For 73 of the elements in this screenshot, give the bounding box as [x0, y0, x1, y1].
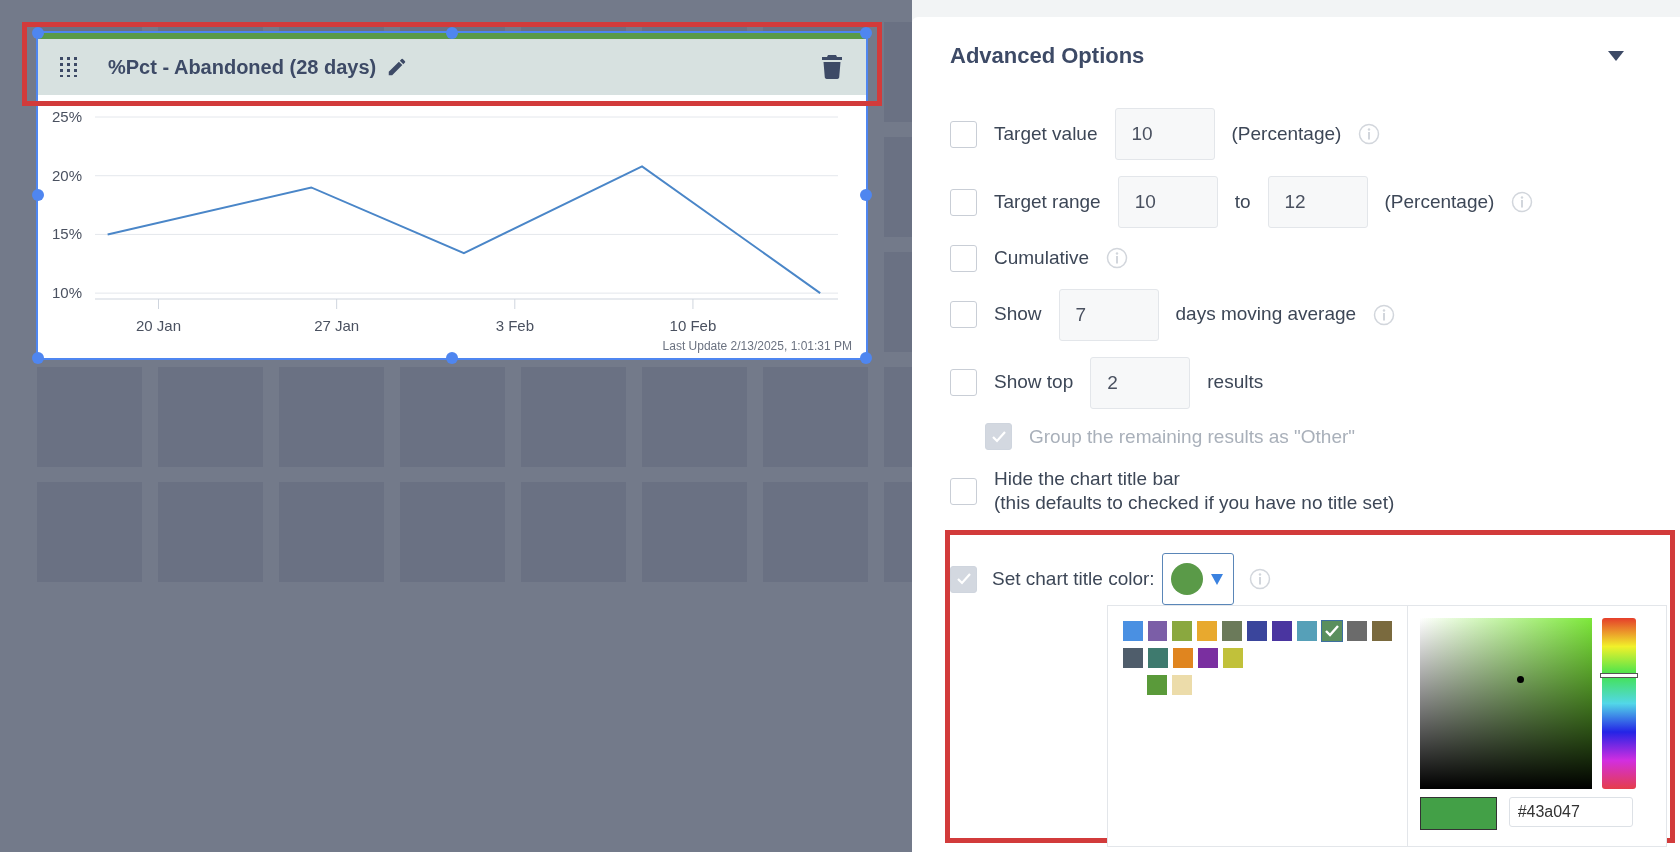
color-swatch[interactable] — [1222, 621, 1243, 641]
resize-handle[interactable] — [860, 352, 872, 364]
color-swatch[interactable] — [1146, 675, 1167, 695]
option-label: days moving average — [1175, 302, 1357, 327]
option-label: results — [1207, 370, 1264, 395]
checkbox[interactable] — [950, 244, 977, 272]
option-label: Cumulative — [994, 246, 1090, 270]
color-swatch[interactable] — [1172, 648, 1193, 668]
color-swatch[interactable] — [1247, 621, 1268, 641]
checkmark-icon — [955, 572, 972, 586]
number-field[interactable]: 12 — [1267, 176, 1368, 228]
color-dropdown[interactable] — [1161, 553, 1234, 605]
caret-icon[interactable] — [1608, 50, 1624, 61]
resize-handle[interactable] — [32, 189, 44, 201]
checkbox[interactable] — [950, 188, 977, 216]
color-swatch[interactable] — [1147, 621, 1168, 641]
color-swatch[interactable] — [1321, 621, 1342, 641]
option-label: Set chart title color: — [992, 566, 1155, 591]
x-tick-label: 3 Feb — [495, 317, 534, 334]
checkmark-icon — [990, 429, 1007, 444]
hue-handle[interactable] — [1599, 672, 1638, 678]
checkbox[interactable] — [950, 120, 977, 148]
color-swatch[interactable] — [1147, 648, 1168, 668]
y-tick-label: 25% — [51, 108, 82, 125]
option-label: Show — [994, 302, 1042, 327]
checkbox[interactable] — [950, 565, 977, 593]
drag-handle-icon[interactable] — [60, 57, 78, 77]
option-label: Hide the chart title bar — [994, 467, 1181, 491]
checkbox[interactable] — [950, 301, 977, 328]
checkbox[interactable] — [950, 477, 977, 505]
option-label: (this defaults to checked if you have no title set) — [994, 491, 1395, 515]
color-swatch[interactable] — [1171, 675, 1192, 695]
trash-icon[interactable] — [822, 55, 842, 79]
color-swatch[interactable] — [1222, 648, 1243, 668]
number-field[interactable]: 10 — [1117, 176, 1218, 228]
color-swatch[interactable] — [1371, 621, 1392, 641]
number-field[interactable]: 7 — [1058, 288, 1159, 341]
checkmark-icon — [1323, 624, 1340, 638]
picker-handle[interactable] — [1516, 676, 1524, 683]
color-swatch[interactable] — [1172, 621, 1193, 641]
hue-slider[interactable] — [1601, 618, 1636, 789]
resize-handle[interactable] — [32, 27, 44, 39]
last-update-text: Last Update 2/13/2025, 1:01:31 PM — [662, 338, 852, 355]
y-tick-label: 15% — [51, 225, 82, 243]
option-label: Target range — [994, 189, 1101, 214]
option-label: Show top — [994, 370, 1074, 395]
color-swatch[interactable] — [1296, 621, 1317, 641]
x-tick-label: 20 Jan — [136, 317, 182, 334]
checkbox[interactable] — [950, 369, 977, 396]
color-swatch[interactable] — [1197, 621, 1218, 641]
option-label: to — [1234, 189, 1251, 214]
x-tick-label: 27 Jan — [314, 317, 360, 334]
x-tick-label: 10 Feb — [669, 317, 717, 334]
color-swatch[interactable] — [1197, 648, 1218, 668]
number-field[interactable]: 2 — [1090, 356, 1191, 409]
section-title: Advanced Options — [950, 42, 1145, 70]
caret-icon — [1210, 573, 1223, 585]
y-tick-label: 10% — [51, 284, 82, 302]
option-label: (Percentage) — [1384, 189, 1495, 214]
color-swatch[interactable] — [1272, 621, 1292, 641]
hex-input-field[interactable]: #43a047 — [1508, 797, 1633, 827]
color-swatch[interactable] — [1122, 648, 1143, 668]
saturation-area[interactable] — [1419, 618, 1592, 789]
color-swatch[interactable] — [1346, 621, 1367, 641]
option-label: (Percentage) — [1231, 121, 1342, 146]
number-field[interactable]: 10 — [1114, 108, 1215, 160]
option-label: Group the remaining results as "Other" — [1029, 424, 1356, 449]
option-label: Target value — [994, 121, 1098, 146]
widget-title: %Pct - Abandoned (28 days) — [108, 55, 377, 80]
color-swatch[interactable] — [1122, 621, 1143, 641]
y-tick-label: 20% — [51, 166, 82, 184]
resize-handle[interactable] — [32, 352, 44, 364]
chart-widget[interactable]: %Pct - Abandoned (28 days) 10% 15% 20% 25% 20 Jan 27 Jan 3 Feb 10 Feb Last Update 2/13/2025, 1:01:31 PM — [38, 33, 866, 358]
